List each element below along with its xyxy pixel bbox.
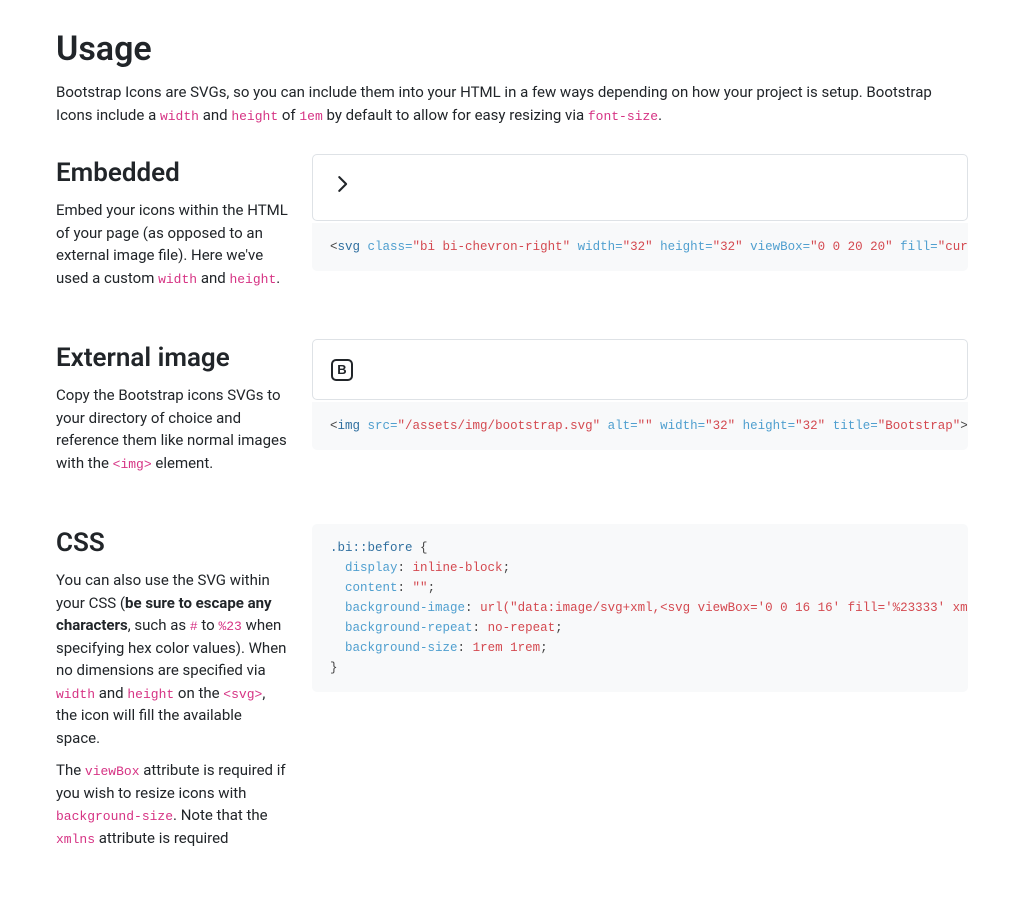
- section-embedded: Embedded Embed your icons within the HTM…: [56, 154, 968, 299]
- css-heading: CSS: [56, 524, 288, 563]
- code-viewbox: viewBox: [85, 764, 140, 779]
- code-height: height: [231, 109, 278, 124]
- code-width: width: [56, 687, 95, 702]
- code-height: height: [229, 272, 276, 287]
- code-width: width: [158, 272, 197, 287]
- code-width: width: [160, 109, 199, 124]
- usage-text: Bootstrap Icons are SVGs, so you can inc…: [56, 81, 968, 126]
- embedded-heading: Embedded: [56, 154, 288, 193]
- code-pct23: %23: [218, 619, 241, 634]
- section-css: CSS You can also use the SVG within your…: [56, 524, 968, 859]
- external-preview: B: [312, 339, 968, 400]
- code-svg: <svg>: [223, 687, 262, 702]
- css-code[interactable]: .bi::before { display: inline-block; con…: [312, 524, 968, 692]
- embedded-text: Embed your icons within the HTML of your…: [56, 199, 288, 289]
- css-text-2: The viewBox attribute is required if you…: [56, 759, 288, 849]
- embedded-code[interactable]: <svg class="bi bi-chevron-right" width="…: [312, 223, 968, 271]
- external-description: External image Copy the Bootstrap icons …: [56, 339, 288, 484]
- embedded-description: Embedded Embed your icons within the HTM…: [56, 154, 288, 299]
- css-text-1: You can also use the SVG within your CSS…: [56, 569, 288, 749]
- usage-intro: Usage Bootstrap Icons are SVGs, so you c…: [56, 24, 968, 126]
- external-text: Copy the Bootstrap icons SVGs to your di…: [56, 384, 288, 474]
- section-external: External image Copy the Bootstrap icons …: [56, 339, 968, 484]
- css-example: .bi::before { display: inline-block; con…: [312, 524, 968, 692]
- external-code[interactable]: <img src="/assets/img/bootstrap.svg" alt…: [312, 402, 968, 450]
- code-font-size: font-size: [588, 109, 658, 124]
- bootstrap-icon: B: [331, 359, 353, 381]
- external-example: B <img src="/assets/img/bootstrap.svg" a…: [312, 339, 968, 450]
- code-xmlns: xmlns: [56, 832, 95, 847]
- external-heading: External image: [56, 339, 288, 378]
- usage-heading: Usage: [56, 24, 968, 75]
- chevron-right-icon: [331, 173, 353, 195]
- code-bgsize: background-size: [56, 809, 173, 824]
- code-hash: #: [190, 619, 198, 634]
- embedded-preview: [312, 154, 968, 221]
- code-height: height: [127, 687, 174, 702]
- code-1em: 1em: [299, 109, 322, 124]
- code-img: <img>: [113, 457, 152, 472]
- css-description: CSS You can also use the SVG within your…: [56, 524, 288, 859]
- embedded-example: <svg class="bi bi-chevron-right" width="…: [312, 154, 968, 271]
